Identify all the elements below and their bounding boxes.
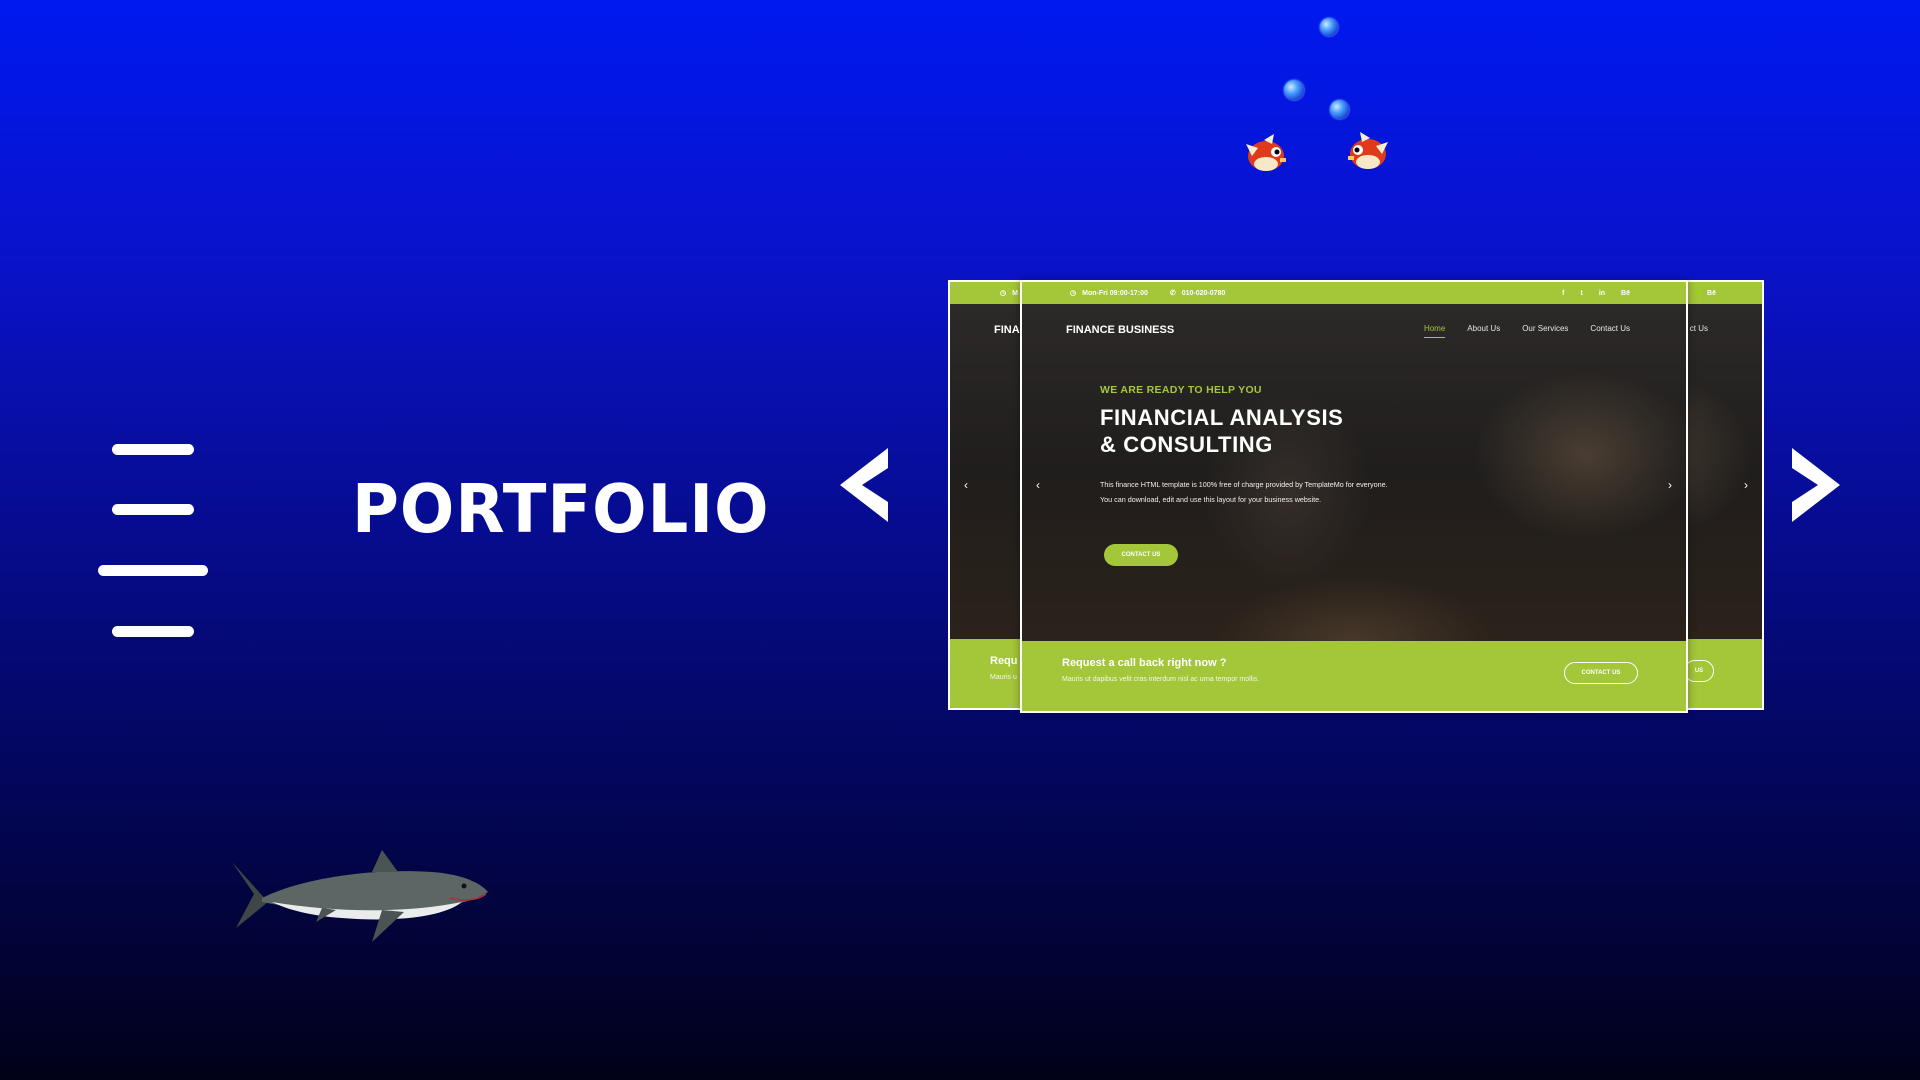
footer-title: Request a call back right now ? [1062, 657, 1227, 669]
shark-image [232, 850, 492, 950]
footer-sub-fragment: Mauris u [990, 674, 1017, 681]
slide-hero [1022, 304, 1686, 641]
footer-button-fragment[interactable]: US [1684, 660, 1714, 682]
clock-icon: ◷ [1000, 290, 1007, 297]
bubble-decoration [1320, 18, 1338, 36]
clock-icon: ◷ [1070, 290, 1077, 297]
carousel-prev-arrow[interactable] [830, 440, 900, 530]
hours-text: Mon-Fri 09:00-17:00 [1082, 289, 1148, 297]
slide-next-arrow[interactable]: › [1668, 478, 1672, 492]
slide-nav-fragment: ct Us [1690, 324, 1708, 333]
facebook-icon[interactable]: f [1562, 290, 1564, 297]
slide-prev-arrow[interactable]: ‹ [1036, 478, 1040, 492]
hero-headline-line: & CONSULTING [1100, 432, 1274, 457]
nav-item-services[interactable]: Our Services [1522, 324, 1568, 338]
page-title: PORTFOLIO [352, 471, 770, 549]
hero-description: This finance HTML template is 100% free … [1100, 480, 1388, 504]
nav-item-contact[interactable]: Contact Us [1590, 324, 1630, 338]
carousel-slide-active: ◷ Mon-Fri 09:00-17:00 ✆ 010-020-0780 f t… [1020, 280, 1688, 713]
phone-text: 010-020-0780 [1181, 289, 1226, 297]
slide-nav: Home About Us Our Services Contact Us [1423, 324, 1630, 338]
hero-headline: FINANCIAL ANALYSIS & CONSULTING [1100, 404, 1343, 458]
fish-icon [1344, 128, 1396, 176]
linkedin-icon[interactable]: in [1599, 290, 1605, 297]
contact-us-button[interactable]: CONTACT US [1104, 544, 1178, 566]
slide-topbar: ◷ Mon-Fri 09:00-17:00 ✆ 010-020-0780 f t… [1022, 282, 1686, 304]
slide-next-arrow[interactable]: › [1744, 478, 1748, 492]
slide-brand-fragment: FINA [994, 324, 1020, 336]
nav-item-about[interactable]: About Us [1467, 324, 1500, 338]
carousel-next-arrow[interactable] [1780, 440, 1850, 530]
footer-subtitle: Mauris ut dapibus velit cras interdum ni… [1062, 676, 1260, 683]
menu-bar [98, 565, 208, 576]
menu-bar [112, 626, 194, 637]
social-links: f t in Bē [1562, 290, 1630, 297]
slide-prev-arrow[interactable]: ‹ [964, 478, 968, 492]
menu-bar [112, 444, 194, 455]
behance-icon[interactable]: Bē [1621, 290, 1630, 297]
hamburger-menu-icon[interactable] [98, 440, 210, 640]
phone-icon: ✆ [1169, 290, 1176, 297]
slide-brand[interactable]: FINANCE BUSINESS [1066, 324, 1174, 336]
hero-headline-line: FINANCIAL ANALYSIS [1100, 405, 1344, 430]
twitter-icon[interactable]: t [1580, 290, 1582, 297]
footer-contact-button[interactable]: CONTACT US [1564, 662, 1638, 684]
nav-item-home[interactable]: Home [1423, 324, 1446, 338]
footer-title-fragment: Requ [990, 655, 1018, 667]
fish-icon [1238, 130, 1290, 178]
bubble-decoration [1330, 100, 1349, 119]
slide-footer: Request a call back right now ? Mauris u… [1022, 641, 1686, 711]
behance-icon: Bē [1707, 289, 1716, 297]
nav-fragment: ct Us [1689, 324, 1708, 333]
bubble-decoration [1284, 80, 1304, 100]
hero-eyebrow: WE ARE READY TO HELP YOU [1100, 384, 1262, 396]
menu-bar [112, 504, 194, 515]
topbar-fragment: M [1012, 289, 1018, 297]
